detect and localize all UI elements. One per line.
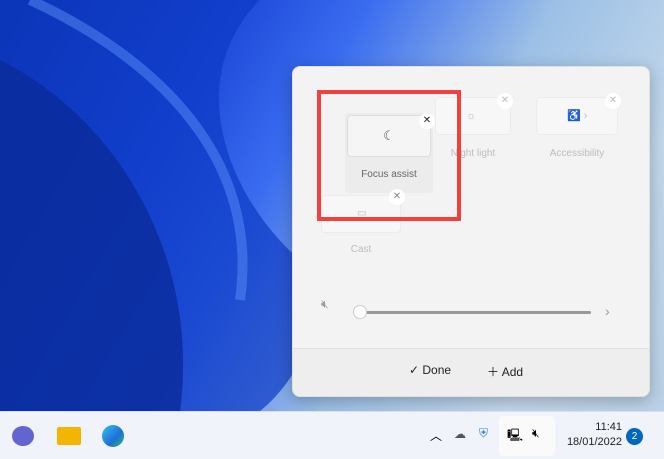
onedrive-icon[interactable]: ☁: [454, 427, 466, 441]
panel-footer: ✓ Done ＋ Add: [293, 348, 649, 396]
time: 11:41: [595, 421, 622, 433]
chevron-right-icon[interactable]: ›: [605, 303, 610, 319]
clock[interactable]: 11:41 18/01/2022: [562, 420, 622, 450]
notification-badge[interactable]: 2: [626, 428, 643, 445]
volume-slider-thumb[interactable]: [353, 305, 367, 319]
check-icon: ✓: [409, 363, 423, 377]
security-icon[interactable]: ⛨: [479, 426, 488, 441]
date: 18/01/2022: [566, 436, 622, 448]
cast-label: Cast: [350, 244, 372, 255]
accessibility-label: Accessibility: [549, 148, 605, 159]
speaker-muted-icon[interactable]: 🔇︎: [321, 297, 329, 312]
done-button[interactable]: ✓ Done: [409, 363, 451, 377]
add-label: Add: [501, 365, 524, 379]
add-button[interactable]: ＋ Add: [487, 363, 523, 380]
file-explorer-icon[interactable]: [57, 427, 81, 445]
taskbar: ︿ ☁ ⛨ 🖳︎ 🔇︎ 11:41 18/01/2022 2: [0, 411, 664, 459]
volume-slider[interactable]: [355, 311, 591, 314]
teams-icon[interactable]: [12, 426, 34, 446]
plus-icon: ＋: [487, 365, 502, 379]
unpin-icon[interactable]: ✕: [497, 93, 513, 109]
speaker-muted-icon: 🔇︎: [532, 426, 540, 440]
chevron-up-icon[interactable]: ︿: [430, 427, 442, 444]
sun-icon: ☼: [466, 110, 477, 122]
highlight-box: [317, 90, 461, 221]
unpin-icon[interactable]: ✕: [605, 93, 621, 109]
network-volume-button[interactable]: 🖳︎ 🔇︎: [499, 416, 555, 456]
done-label: Done: [422, 363, 452, 377]
accessibility-icon: ♿ ›: [567, 110, 588, 122]
edge-icon[interactable]: [102, 425, 124, 447]
network-icon: 🖳︎: [507, 428, 524, 442]
